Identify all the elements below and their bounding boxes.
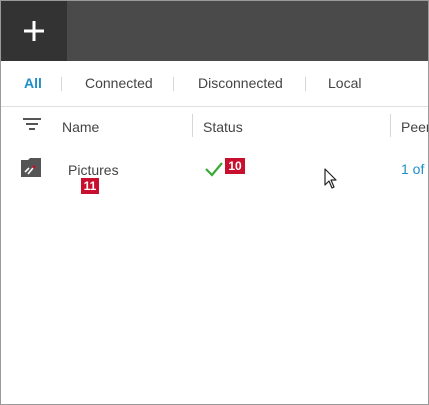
tab-divider xyxy=(173,77,174,91)
column-divider[interactable] xyxy=(390,114,391,137)
annotation-badge: 11 xyxy=(81,178,99,194)
folder-name[interactable]: Pictures xyxy=(68,162,119,178)
tab-connected[interactable]: Connected xyxy=(85,75,153,91)
filter-tabs: All Connected Disconnected Local xyxy=(1,61,428,107)
add-folder-button[interactable] xyxy=(1,1,67,61)
app-window: All Connected Disconnected Local Name St… xyxy=(0,0,429,405)
mouse-pointer-icon xyxy=(324,168,337,189)
checkmark-icon xyxy=(205,162,223,177)
tab-divider xyxy=(305,77,306,91)
column-divider[interactable] xyxy=(192,114,193,137)
tab-disconnected[interactable]: Disconnected xyxy=(198,75,283,91)
folder-icon xyxy=(21,158,41,177)
peers-count[interactable]: 1 of xyxy=(401,161,424,177)
filter-icon[interactable] xyxy=(23,117,41,131)
tab-all[interactable]: All xyxy=(24,75,42,91)
tab-divider xyxy=(61,77,62,91)
column-header-peers[interactable]: Peers xyxy=(401,119,428,135)
table-row[interactable]: Pictures 1 of xyxy=(1,149,428,191)
top-toolbar xyxy=(1,1,428,61)
column-header-name[interactable]: Name xyxy=(62,119,99,135)
table-header: Name Status Peers xyxy=(1,107,428,147)
tab-local[interactable]: Local xyxy=(328,75,361,91)
plus-icon xyxy=(24,21,44,41)
column-header-status[interactable]: Status xyxy=(203,119,243,135)
annotation-badge: 10 xyxy=(225,158,245,174)
